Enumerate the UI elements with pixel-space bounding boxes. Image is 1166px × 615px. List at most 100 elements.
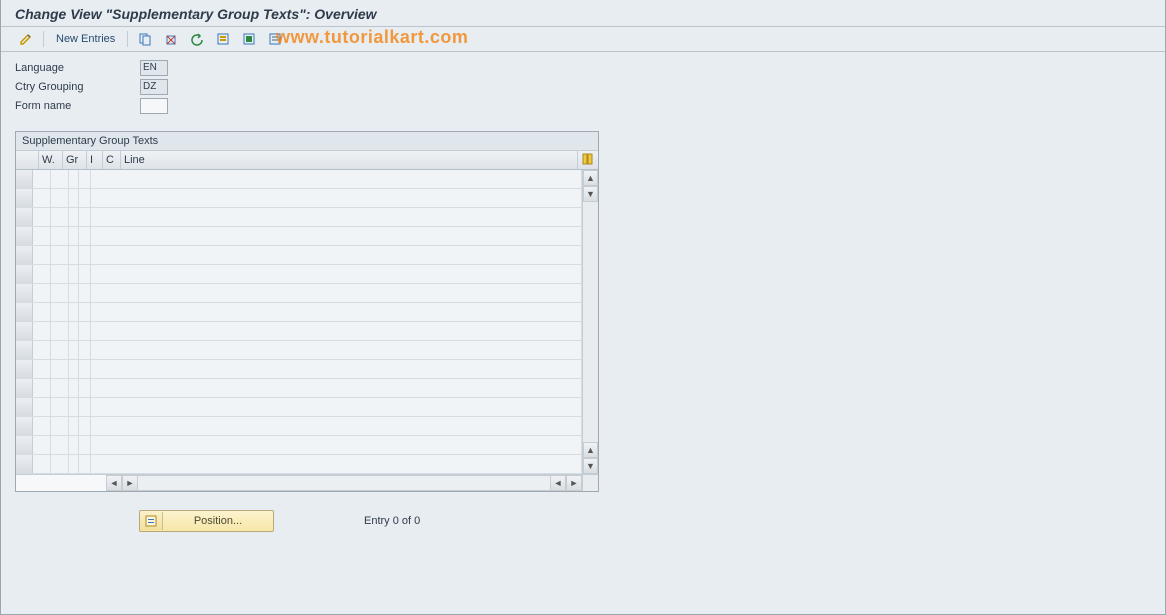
table-row[interactable]	[16, 436, 582, 455]
cell-line[interactable]	[91, 379, 582, 397]
cell-line[interactable]	[91, 398, 582, 416]
cell-w[interactable]	[33, 170, 51, 188]
cell-c[interactable]	[79, 265, 91, 283]
row-selector[interactable]	[16, 341, 33, 359]
toggle-edit-icon[interactable]	[15, 30, 37, 48]
row-selector[interactable]	[16, 436, 33, 454]
cell-w[interactable]	[33, 189, 51, 207]
table-row[interactable]	[16, 455, 582, 474]
select-all-icon[interactable]	[212, 30, 234, 48]
cell-c[interactable]	[79, 455, 91, 473]
horizontal-scrollbar[interactable]: ◄ ► ◄ ►	[16, 474, 598, 491]
row-selector[interactable]	[16, 398, 33, 416]
language-value[interactable]: EN	[140, 60, 168, 76]
cell-line[interactable]	[91, 360, 582, 378]
row-selector[interactable]	[16, 189, 33, 207]
row-selector[interactable]	[16, 227, 33, 245]
cell-c[interactable]	[79, 322, 91, 340]
cell-i[interactable]	[69, 379, 79, 397]
cell-line[interactable]	[91, 322, 582, 340]
row-selector[interactable]	[16, 322, 33, 340]
cell-gr[interactable]	[51, 455, 69, 473]
cell-i[interactable]	[69, 265, 79, 283]
cell-w[interactable]	[33, 398, 51, 416]
scroll-down-top-icon[interactable]: ▼	[583, 186, 598, 202]
scroll-right-icon[interactable]: ►	[566, 475, 582, 491]
row-selector[interactable]	[16, 303, 33, 321]
cell-c[interactable]	[79, 303, 91, 321]
row-selector[interactable]	[16, 265, 33, 283]
delete-icon[interactable]	[160, 30, 182, 48]
cell-c[interactable]	[79, 208, 91, 226]
cell-i[interactable]	[69, 436, 79, 454]
cell-gr[interactable]	[51, 170, 69, 188]
cell-w[interactable]	[33, 303, 51, 321]
table-row[interactable]	[16, 379, 582, 398]
form-name-input[interactable]	[140, 98, 168, 114]
cell-c[interactable]	[79, 227, 91, 245]
cell-c[interactable]	[79, 341, 91, 359]
col-w[interactable]: W.	[39, 151, 63, 169]
cell-gr[interactable]	[51, 360, 69, 378]
cell-w[interactable]	[33, 455, 51, 473]
row-selector[interactable]	[16, 284, 33, 302]
cell-w[interactable]	[33, 341, 51, 359]
cell-line[interactable]	[91, 417, 582, 435]
cell-line[interactable]	[91, 246, 582, 264]
cell-i[interactable]	[69, 455, 79, 473]
cell-line[interactable]	[91, 341, 582, 359]
cell-gr[interactable]	[51, 379, 69, 397]
cell-w[interactable]	[33, 284, 51, 302]
cell-gr[interactable]	[51, 189, 69, 207]
vertical-scrollbar[interactable]: ▲ ▼ ▲ ▼	[582, 170, 598, 474]
table-row[interactable]	[16, 246, 582, 265]
cell-i[interactable]	[69, 246, 79, 264]
cell-gr[interactable]	[51, 208, 69, 226]
cell-line[interactable]	[91, 189, 582, 207]
table-row[interactable]	[16, 170, 582, 189]
cell-c[interactable]	[79, 417, 91, 435]
cell-i[interactable]	[69, 189, 79, 207]
cell-i[interactable]	[69, 398, 79, 416]
cell-gr[interactable]	[51, 246, 69, 264]
cell-c[interactable]	[79, 379, 91, 397]
table-row[interactable]	[16, 284, 582, 303]
cell-i[interactable]	[69, 360, 79, 378]
col-c[interactable]: C	[103, 151, 121, 169]
cell-i[interactable]	[69, 322, 79, 340]
cell-i[interactable]	[69, 170, 79, 188]
table-row[interactable]	[16, 227, 582, 246]
cell-c[interactable]	[79, 246, 91, 264]
cell-w[interactable]	[33, 360, 51, 378]
table-row[interactable]	[16, 265, 582, 284]
cell-i[interactable]	[69, 208, 79, 226]
cell-c[interactable]	[79, 360, 91, 378]
cell-gr[interactable]	[51, 398, 69, 416]
position-button[interactable]: Position...	[139, 510, 274, 532]
row-selector[interactable]	[16, 246, 33, 264]
cell-w[interactable]	[33, 322, 51, 340]
table-row[interactable]	[16, 322, 582, 341]
cell-line[interactable]	[91, 208, 582, 226]
cell-line[interactable]	[91, 303, 582, 321]
cell-gr[interactable]	[51, 322, 69, 340]
row-selector[interactable]	[16, 360, 33, 378]
cell-w[interactable]	[33, 208, 51, 226]
col-i[interactable]: I	[87, 151, 103, 169]
select-block-icon[interactable]	[238, 30, 260, 48]
cell-gr[interactable]	[51, 303, 69, 321]
undo-icon[interactable]	[186, 30, 208, 48]
cell-c[interactable]	[79, 189, 91, 207]
cell-c[interactable]	[79, 284, 91, 302]
row-selector[interactable]	[16, 417, 33, 435]
col-select[interactable]	[16, 151, 39, 169]
cell-line[interactable]	[91, 284, 582, 302]
col-line[interactable]: Line	[121, 151, 578, 169]
table-row[interactable]	[16, 303, 582, 322]
cell-line[interactable]	[91, 436, 582, 454]
row-selector[interactable]	[16, 379, 33, 397]
cell-i[interactable]	[69, 417, 79, 435]
cell-line[interactable]	[91, 227, 582, 245]
cell-gr[interactable]	[51, 417, 69, 435]
cell-c[interactable]	[79, 436, 91, 454]
